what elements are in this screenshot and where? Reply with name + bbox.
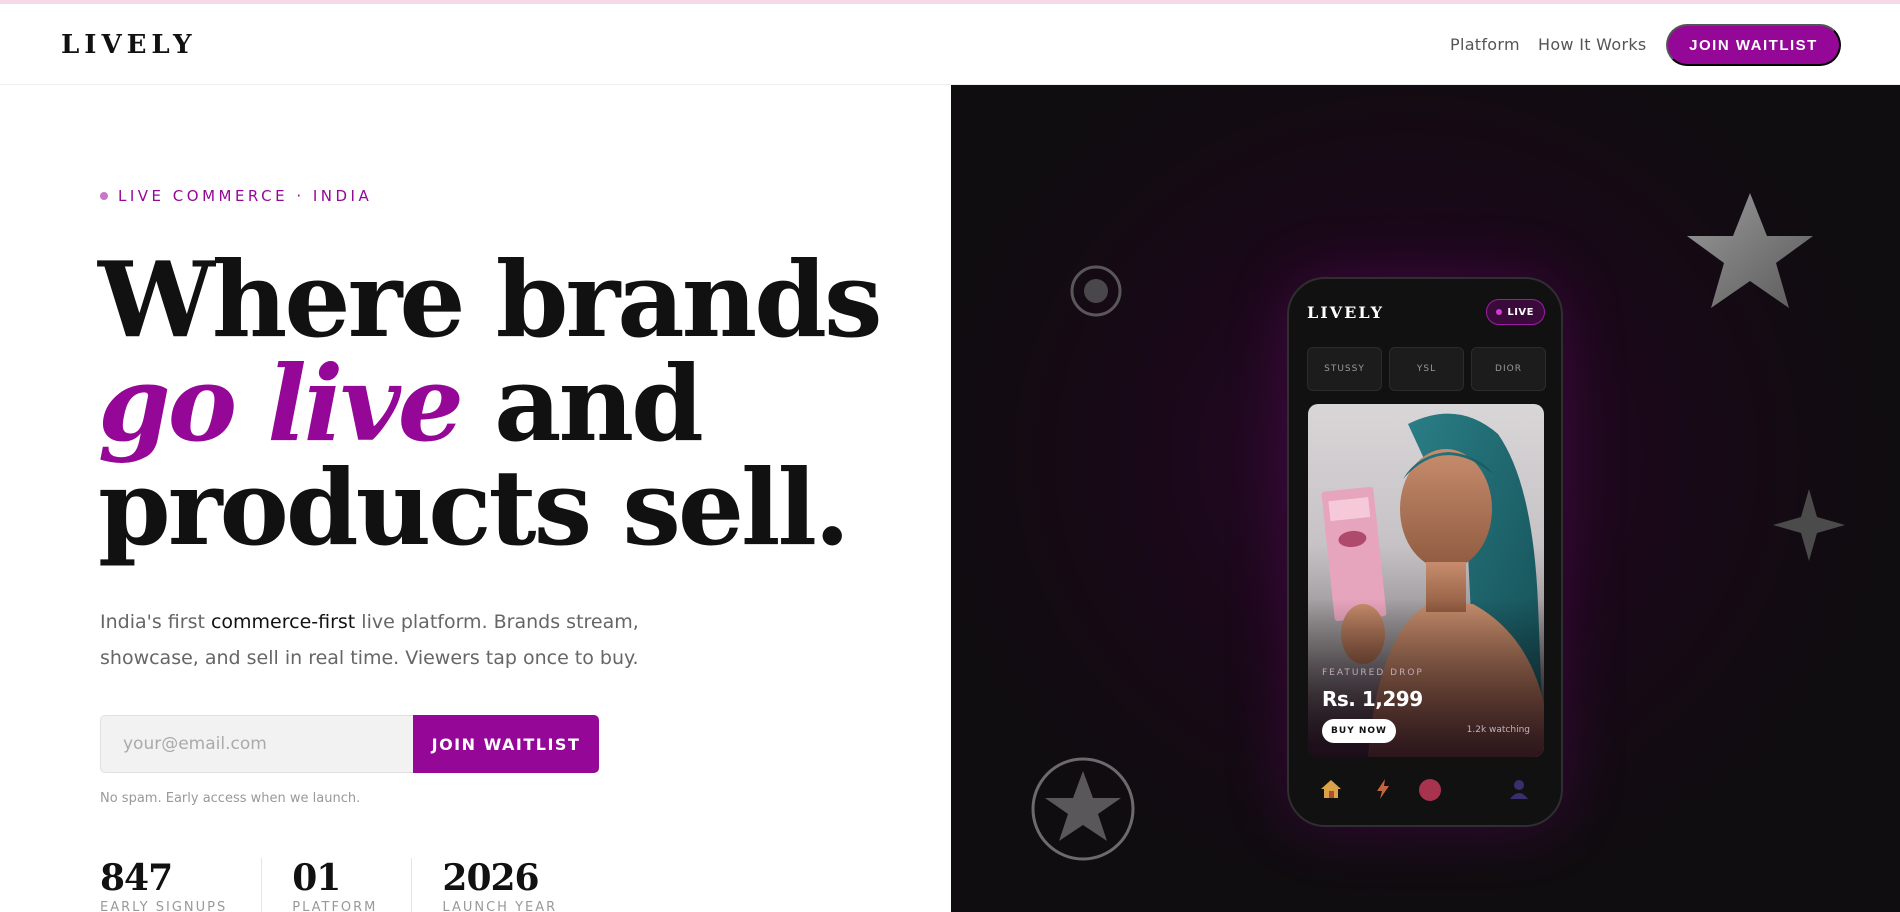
stat-label: LAUNCH YEAR (442, 900, 558, 912)
viewer-count: 1.2k watching (1466, 725, 1530, 735)
stat-signups: 847 EARLY SIGNUPS (100, 858, 261, 912)
stat-value: 01 (292, 857, 341, 899)
brand-tab-dior[interactable]: DIOR (1471, 347, 1546, 391)
product-price: Rs. 1,299 (1322, 687, 1423, 711)
stat-value: 847 (100, 857, 173, 899)
phone-bottom-nav (1289, 759, 1561, 825)
site-logo[interactable]: LIVELY (61, 30, 197, 60)
live-dot-icon (100, 192, 108, 200)
description-intro: India's first (100, 611, 211, 633)
sparkle-icon (1773, 489, 1845, 561)
hero-headline: Where brands go live and products sell. (98, 238, 883, 569)
stat-label: EARLY SIGNUPS (100, 900, 228, 912)
brand-tabs: STUSSY YSL DIOR (1307, 347, 1546, 391)
star-icon (1687, 193, 1813, 308)
headline-line-1: Where brands (98, 238, 883, 361)
ring-circle-icon (1070, 265, 1122, 317)
brand-tab-stussy[interactable]: STUSSY (1307, 347, 1382, 391)
nav-link-platform[interactable]: Platform (1450, 35, 1520, 54)
waitlist-form: JOIN WAITLIST (100, 715, 600, 773)
stats-row: 847 EARLY SIGNUPS 01 PLATFORM 2026 LAUNC… (100, 858, 591, 912)
headline-line-2: go live and (98, 352, 818, 456)
star-badge-icon (1031, 757, 1135, 861)
hero-visual-panel: LIVELY LIVE STUSSY YSL DIOR FEATURED DRO… (951, 85, 1900, 912)
phone-logo: LIVELY (1307, 303, 1384, 322)
eyebrow-text: LIVE COMMERCE · INDIA (118, 187, 373, 205)
eyebrow: LIVE COMMERCE · INDIA (100, 187, 372, 205)
header-join-waitlist-button[interactable]: JOIN WAITLIST (1666, 24, 1841, 66)
featured-product-card: FEATURED DROP Rs. 1,299 BUY NOW 1.2k wat… (1308, 404, 1544, 757)
stat-label: PLATFORM (292, 900, 378, 912)
profile-icon[interactable] (1507, 777, 1531, 801)
live-badge: LIVE (1486, 299, 1545, 325)
stat-launch-year: 2026 LAUNCH YEAR (411, 858, 591, 912)
stat-platform: 01 PLATFORM (261, 858, 411, 912)
brand-tab-ysl[interactable]: YSL (1389, 347, 1464, 391)
record-icon[interactable] (1417, 777, 1443, 803)
stat-value: 2026 (442, 857, 539, 899)
join-waitlist-button[interactable]: JOIN WAITLIST (413, 715, 599, 773)
buy-now-button[interactable]: BUY NOW (1322, 719, 1396, 743)
featured-drop-label: FEATURED DROP (1322, 668, 1424, 678)
home-icon[interactable] (1319, 777, 1343, 801)
description-highlight: commerce-first (210, 611, 356, 633)
bolt-icon[interactable] (1371, 777, 1395, 801)
site-header: LIVELY Platform How It Works JOIN WAITLI… (0, 4, 1900, 85)
email-input[interactable] (100, 715, 413, 773)
spam-note: No spam. Early access when we launch. (100, 791, 361, 806)
hero-description: India's first commerce-first live platfo… (100, 604, 660, 676)
headline-line-3: products sell. (98, 446, 850, 569)
nav-link-how-it-works[interactable]: How It Works (1538, 35, 1647, 54)
phone-mockup: LIVELY LIVE STUSSY YSL DIOR FEATURED DRO… (1287, 277, 1563, 827)
